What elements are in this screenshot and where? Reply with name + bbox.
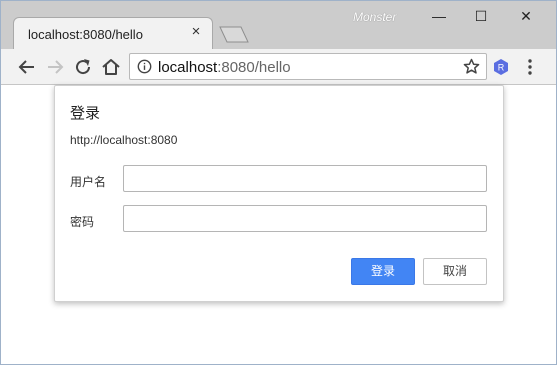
tab-title: localhost:8080/hello <box>28 27 143 42</box>
password-label: 密码 <box>70 215 95 229</box>
url-text: localhost:8080/hello <box>158 59 291 76</box>
info-icon[interactable] <box>137 59 152 74</box>
bookmark-star-icon[interactable] <box>463 58 480 75</box>
dialog-title: 登录 <box>70 105 101 122</box>
toolbar: localhost:8080/hello R <box>1 49 556 85</box>
auth-dialog: 登录 http://localhost:8080 用户名 密码 登录 取消 <box>54 85 504 302</box>
reload-icon[interactable] <box>73 57 93 77</box>
username-field[interactable] <box>123 165 487 192</box>
profile-name[interactable]: Monster <box>353 10 396 24</box>
tab-close-icon[interactable]: × <box>188 24 204 40</box>
password-field[interactable] <box>123 205 487 232</box>
maximize-button[interactable]: ☐ <box>459 3 503 29</box>
back-icon[interactable] <box>17 57 37 77</box>
url-host: localhost <box>158 59 218 76</box>
login-button[interactable]: 登录 <box>351 258 415 285</box>
cancel-button[interactable]: 取消 <box>423 258 487 285</box>
dialog-origin: http://localhost:8080 <box>70 133 178 147</box>
tab-active[interactable]: localhost:8080/hello × <box>13 17 213 49</box>
username-label: 用户名 <box>70 175 107 189</box>
forward-icon[interactable] <box>45 57 65 77</box>
address-bar[interactable]: localhost:8080/hello <box>129 53 487 80</box>
minimize-button[interactable]: — <box>417 3 461 29</box>
browser-window: localhost:8080/hello × Monster — ☐ ✕ loc… <box>0 0 557 365</box>
url-path: :8080/hello <box>217 59 291 76</box>
close-window-button[interactable]: ✕ <box>504 3 548 29</box>
extension-letter: R <box>498 63 505 73</box>
menu-kebab-icon[interactable] <box>525 58 535 76</box>
title-bar: localhost:8080/hello × Monster — ☐ ✕ <box>1 1 556 49</box>
new-tab-button[interactable] <box>219 26 249 43</box>
home-icon[interactable] <box>101 57 121 77</box>
extension-icon[interactable]: R <box>492 58 510 76</box>
